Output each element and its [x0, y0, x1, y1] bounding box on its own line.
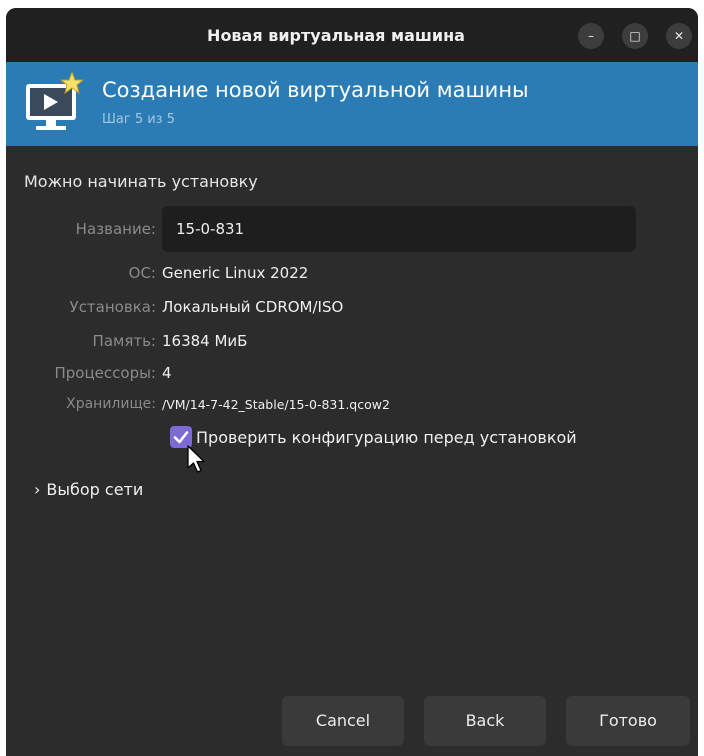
install-value: Локальный CDROM/ISO — [162, 298, 344, 316]
wizard-title: Создание новой виртуальной машины — [102, 78, 529, 102]
new-vm-dialog: Новая виртуальная машина – □ ✕ Создание … — [6, 8, 698, 756]
minimize-button[interactable]: – — [578, 23, 604, 49]
chevron-right-icon: › — [34, 480, 41, 499]
network-label: Выбор сети — [46, 480, 144, 499]
storage-label: Хранилище: — [66, 396, 156, 412]
cpus-value: 4 — [162, 364, 172, 382]
ready-message: Можно начинать установку — [24, 172, 258, 191]
cancel-button[interactable]: Cancel — [282, 696, 404, 746]
network-expander[interactable]: › Выбор сети — [34, 480, 143, 499]
name-input[interactable]: 15-0-831 — [162, 206, 636, 252]
name-label: Название: — [75, 220, 156, 238]
finish-button[interactable]: Готово — [566, 696, 690, 746]
cpus-label: Процессоры: — [54, 364, 156, 382]
customize-label[interactable]: Проверить конфигурацию перед установкой — [196, 428, 577, 447]
window-title: Новая виртуальная машина — [207, 26, 465, 45]
storage-value: /VM/14-7-42_Stable/15-0-831.qcow2 — [162, 397, 390, 412]
mouse-pointer-icon — [187, 445, 205, 473]
memory-label: Память: — [92, 332, 156, 350]
os-value: Generic Linux 2022 — [162, 264, 309, 282]
wizard-header: Создание новой виртуальной машины Шаг 5 … — [6, 62, 698, 146]
maximize-button[interactable]: □ — [622, 23, 648, 49]
memory-value: 16384 МиБ — [162, 332, 248, 350]
back-button[interactable]: Back — [424, 696, 546, 746]
close-button[interactable]: ✕ — [666, 23, 692, 49]
monitor-new-vm-icon — [26, 70, 85, 130]
os-label: ОС: — [128, 264, 156, 282]
install-label: Установка: — [69, 298, 156, 316]
wizard-step: Шаг 5 из 5 — [102, 112, 175, 127]
title-bar[interactable]: Новая виртуальная машина – □ ✕ — [6, 8, 698, 62]
